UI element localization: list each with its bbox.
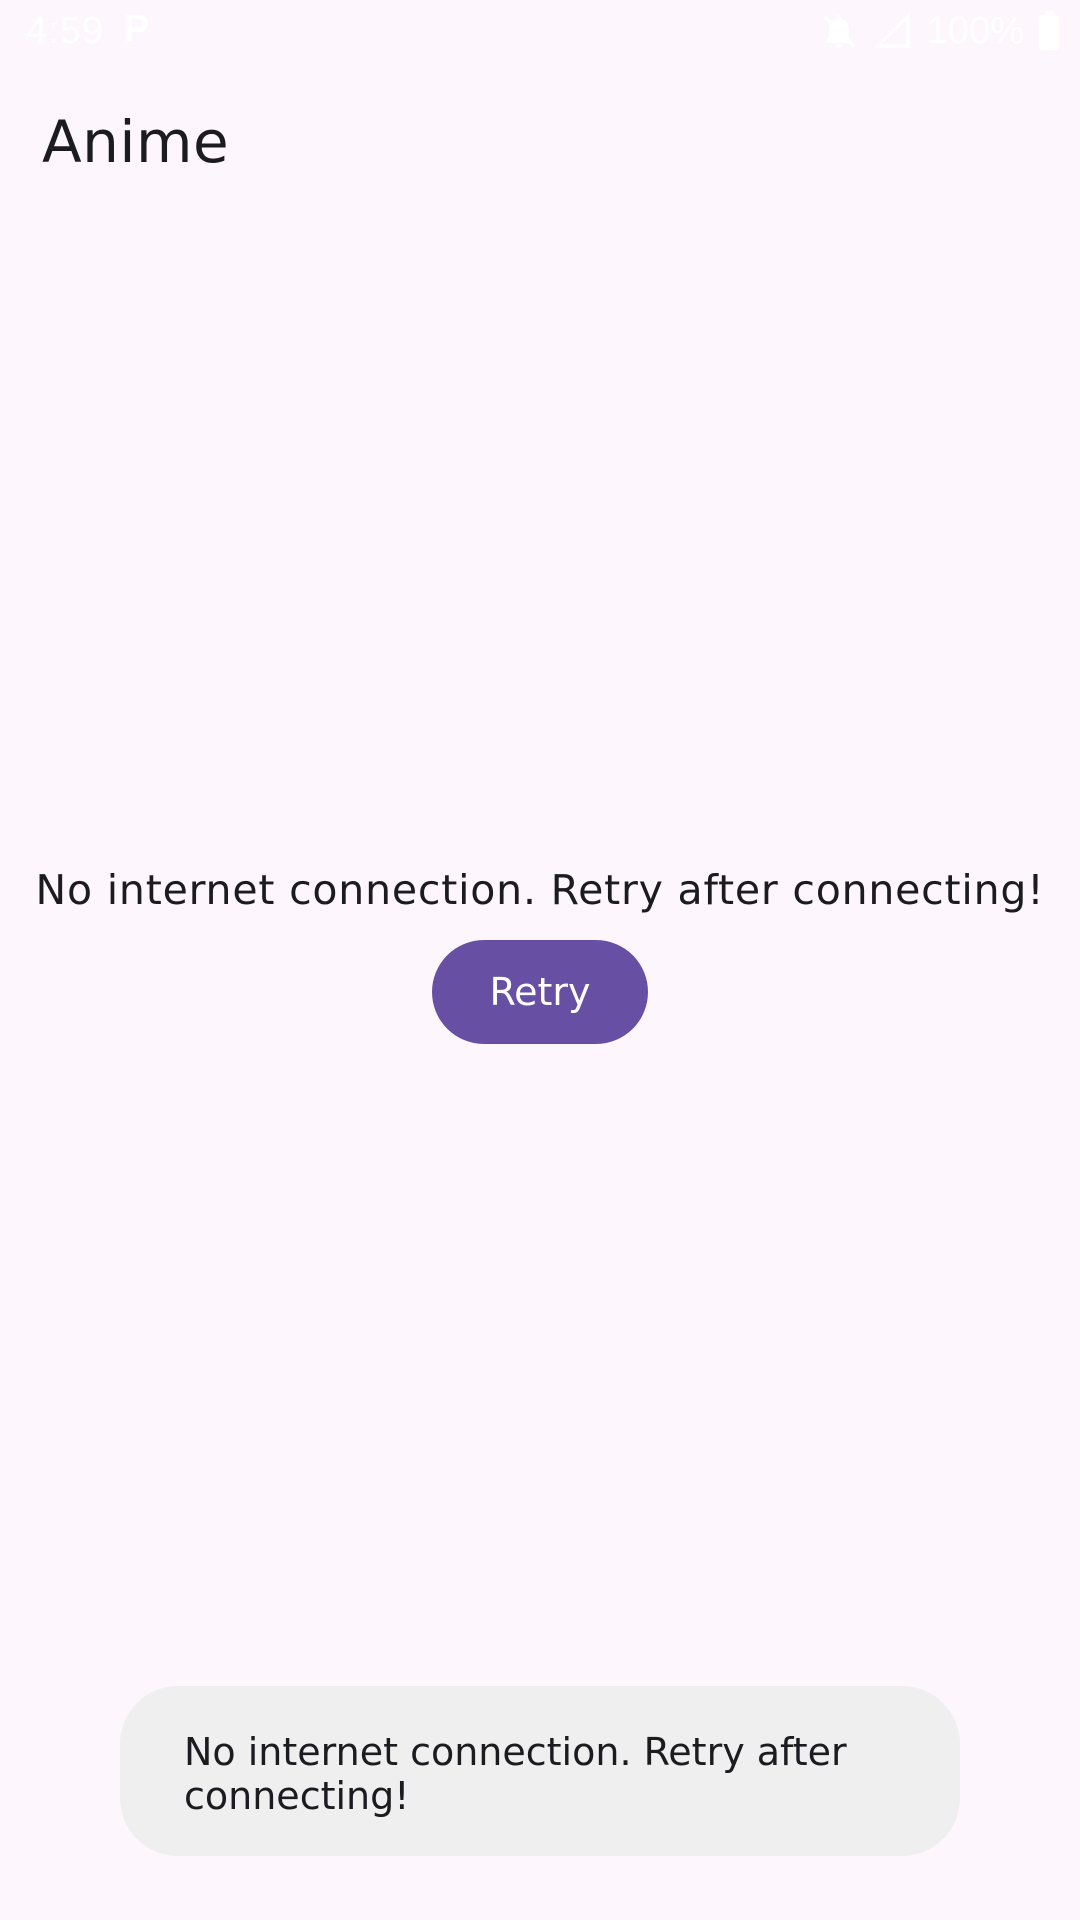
page-title: Anime — [42, 108, 230, 176]
error-container: No internet connection. Retry after conn… — [0, 866, 1080, 914]
error-message: No internet connection. Retry after conn… — [35, 866, 1045, 914]
snackbar-message: No internet connection. Retry after conn… — [184, 1730, 847, 1818]
retry-button[interactable]: Retry — [432, 940, 648, 1044]
battery-percentage: 100% — [926, 9, 1024, 52]
battery-icon — [1038, 11, 1060, 51]
status-bar: 4:59 P 100% — [0, 0, 1080, 64]
notifications-off-icon — [819, 11, 859, 51]
signal-icon — [873, 11, 913, 51]
status-icons: 100% — [819, 8, 1060, 54]
status-time: 4:59 — [26, 10, 104, 52]
p-icon: P — [124, 8, 150, 50]
snackbar: No internet connection. Retry after conn… — [120, 1686, 960, 1856]
